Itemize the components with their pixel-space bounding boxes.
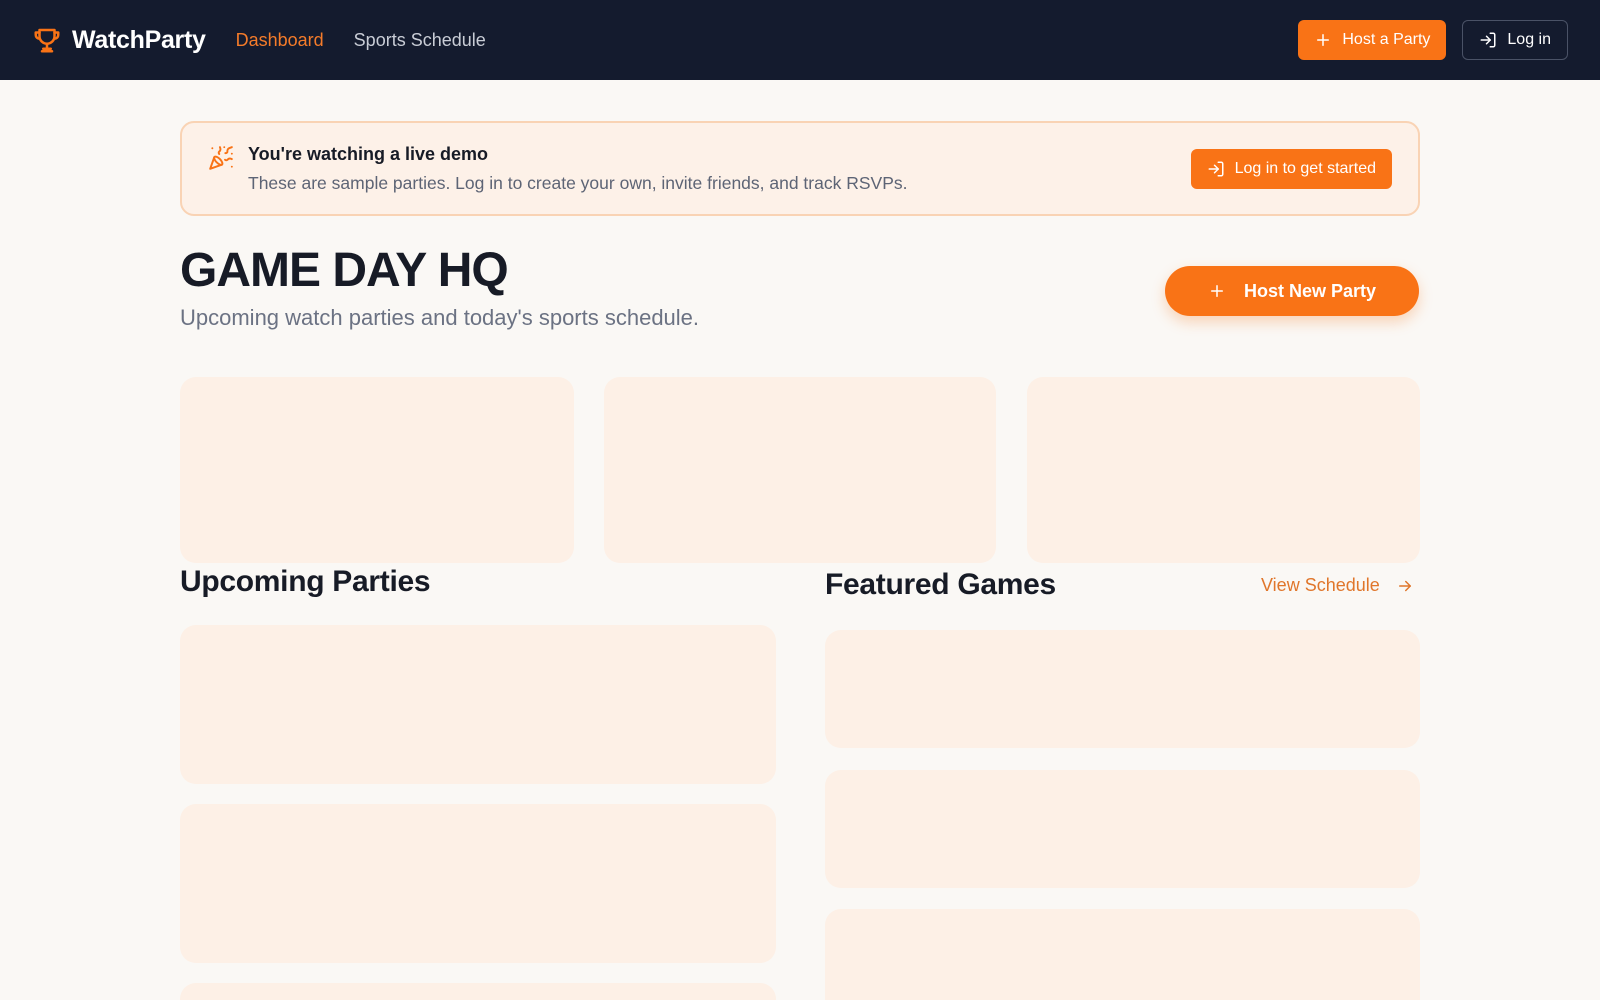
- plus-icon: [1317, 34, 1330, 46]
- login-to-get-started-button[interactable]: Log in to get started: [1190, 148, 1392, 189]
- page-subtitle: Upcoming watch parties and today's sport…: [180, 305, 700, 330]
- game-card-skeleton: [825, 909, 1420, 1000]
- top-navbar: WatchParty Dashboard Sports Schedule Hos…: [0, 0, 1600, 80]
- login-to-get-started-label: Log in to get started: [1234, 159, 1376, 177]
- nav-dashboard[interactable]: Dashboard: [236, 30, 324, 51]
- page-title: GAME DAY HQ: [180, 244, 509, 297]
- view-schedule-label: View Schedule: [1261, 575, 1380, 595]
- host-new-party-label: Host New Party: [1243, 280, 1377, 301]
- stat-card-skeleton: [180, 377, 574, 563]
- stat-card-skeleton: [1027, 377, 1420, 563]
- main-nav: Dashboard Sports Schedule: [236, 30, 486, 51]
- nav-actions: Host a Party Log in: [1298, 20, 1568, 60]
- host-a-party-label: Host a Party: [1342, 31, 1431, 48]
- banner-text: You're watching a live demo These are sa…: [248, 144, 908, 194]
- game-card-skeleton: [825, 630, 1420, 748]
- brand-name: WatchParty: [72, 25, 206, 54]
- featured-games-title: Featured Games: [825, 568, 1056, 601]
- party-card-skeleton: [180, 625, 776, 784]
- login-label: Log in: [1507, 31, 1551, 48]
- host-a-party-button[interactable]: Host a Party: [1298, 20, 1447, 60]
- upcoming-parties-title: Upcoming Parties: [180, 565, 431, 598]
- brand-logo[interactable]: WatchParty: [32, 25, 206, 55]
- party-popper-icon: [209, 146, 233, 170]
- trophy-icon: [34, 28, 60, 53]
- nav-sports-schedule[interactable]: Sports Schedule: [354, 30, 486, 51]
- arrow-right-icon: [1398, 580, 1411, 591]
- view-schedule-link[interactable]: View Schedule: [1261, 575, 1414, 596]
- log-in-icon: [1208, 161, 1224, 176]
- party-card-skeleton: [180, 983, 776, 1000]
- banner-description: These are sample parties. Log in to crea…: [248, 172, 908, 193]
- banner-title: You're watching a live demo: [248, 143, 489, 164]
- game-card-skeleton: [825, 770, 1420, 888]
- demo-banner: You're watching a live demo These are sa…: [180, 121, 1420, 216]
- host-new-party-button[interactable]: Host New Party: [1165, 266, 1419, 316]
- log-in-icon: [1480, 32, 1496, 48]
- plus-icon: [1210, 285, 1223, 297]
- party-card-skeleton: [180, 804, 776, 963]
- stat-card-skeleton: [604, 377, 996, 563]
- login-button[interactable]: Log in: [1462, 20, 1568, 60]
